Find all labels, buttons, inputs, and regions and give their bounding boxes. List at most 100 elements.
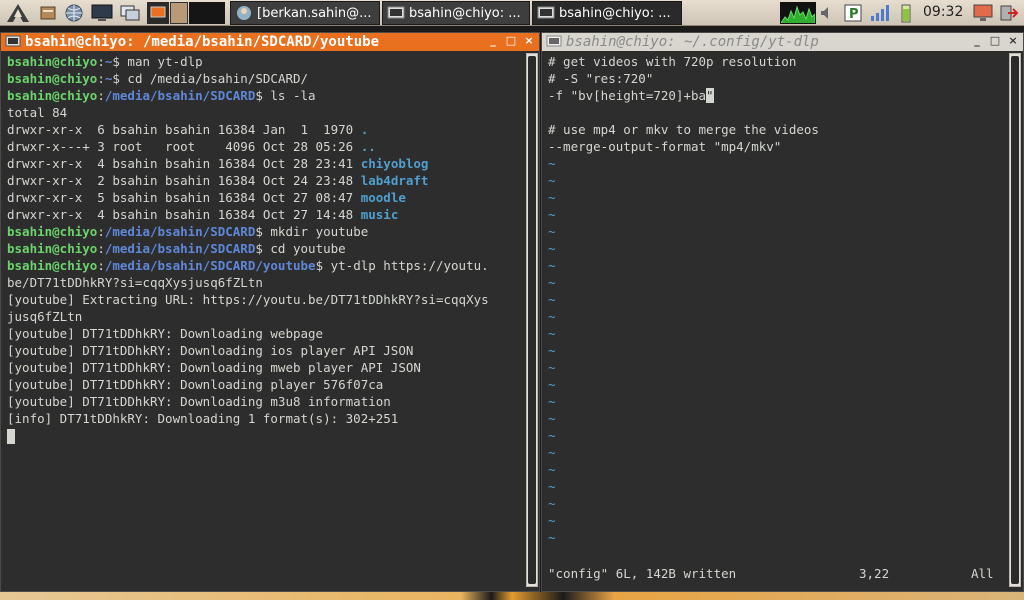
vim-empty-line-marker: ~: [548, 513, 556, 528]
window-switcher-icon[interactable]: [118, 2, 142, 24]
vim-buffer[interactable]: # get videos with 720p resolution # -S "r…: [548, 53, 819, 546]
cpu-graph-icon[interactable]: [780, 2, 816, 24]
terminal-window-right[interactable]: bsahin@chiyo: ~/.config/yt-dlp _ □ × # g…: [541, 32, 1024, 592]
terminal-window-left[interactable]: bsahin@chiyo: /media/bsahin/SDCARD/youtu…: [0, 32, 540, 592]
terminal-launcher-icon[interactable]: [90, 2, 114, 24]
terminal-line: drwxr-xr-x 6 bsahin bsahin 16384 Jan 1 1…: [7, 121, 489, 138]
taskbar-item-browser[interactable]: [berkan.sahin@...: [230, 1, 380, 25]
svg-text:P: P: [849, 7, 859, 22]
close-button[interactable]: ×: [1007, 34, 1019, 47]
scrollbar[interactable]: [526, 53, 538, 587]
terminal-line: [youtube] DT71tDDhkRY: Downloading mweb …: [7, 359, 489, 376]
vim-empty-line-marker: ~: [548, 292, 556, 307]
scrollbar-thumb[interactable]: [1011, 56, 1019, 584]
terminal-icon: [537, 6, 555, 19]
vim-empty-line-marker: ~: [548, 445, 556, 460]
terminal-line: total 84: [7, 104, 489, 121]
vim-line: [548, 104, 819, 121]
display-settings-icon[interactable]: [972, 2, 994, 24]
terminal-line: bsahin@chiyo:/media/bsahin/SDCARD$ mkdir…: [7, 223, 489, 240]
directory-name: .: [360, 122, 369, 137]
taskbar-item-label: [berkan.sahin@...: [257, 5, 372, 21]
output-text: drwxr-xr-x 6 bsahin bsahin 16384 Jan 1 1…: [7, 122, 361, 137]
vim-empty-line-marker: ~: [548, 241, 556, 256]
vim-line: --merge-output-format "mp4/mkv": [548, 139, 782, 154]
status-message: "config" 6L, 142B written: [548, 566, 737, 581]
directory-name: music: [360, 207, 399, 222]
terminal-line: [youtube] Extracting URL: https://youtu.…: [7, 291, 489, 308]
vim-empty-line-marker: ~: [548, 156, 556, 171]
vim-cursor: ": [706, 88, 714, 103]
prompt-user: bsahin@chiyo: [7, 258, 98, 273]
prompt-separator: :: [97, 258, 105, 273]
prompt-path: /media/bsahin/SDCARD/youtube: [104, 258, 316, 273]
workspace-2[interactable]: [170, 2, 188, 24]
minimize-button[interactable]: _: [971, 34, 983, 47]
output-text: [youtube] DT71tDDhkRY: Downloading webpa…: [7, 326, 324, 341]
vim-empty-line-marker: ~: [548, 326, 556, 341]
arch-menu-icon[interactable]: [4, 2, 32, 24]
terminal-line: [youtube] DT71tDDhkRY: Downloading m3u8 …: [7, 393, 489, 410]
maximize-button[interactable]: □: [505, 34, 517, 47]
terminal-icon: [387, 6, 405, 19]
workspace-1[interactable]: [147, 2, 169, 24]
workspace-3[interactable]: [189, 2, 225, 24]
maximize-button[interactable]: □: [989, 34, 1001, 47]
volume-icon[interactable]: [818, 2, 836, 24]
output-text: drwxr-x---+ 3 root root 4096 Oct 28 05:2…: [7, 139, 361, 154]
prompt-user: bsahin@chiyo: [7, 241, 98, 256]
terminal-line: bsahin@chiyo:/media/bsahin/SDCARD$ cd yo…: [7, 240, 489, 257]
vim-empty-line-marker: ~: [548, 343, 556, 358]
terminal-icon: [546, 35, 562, 47]
minimize-button[interactable]: _: [487, 34, 499, 47]
prompt-path: /media/bsahin/SDCARD: [104, 224, 256, 239]
desktop-wallpaper: [0, 592, 1024, 600]
command-text: $ ls -la: [255, 88, 316, 103]
cursor-position: 3,22: [859, 566, 890, 581]
vim-empty-line-marker: ~: [548, 377, 556, 392]
vim-empty-line-marker: ~: [548, 496, 556, 511]
terminal-line: bsahin@chiyo:/media/bsahin/SDCARD$ ls -l…: [7, 87, 489, 104]
vim-empty-line-marker: ~: [548, 309, 556, 324]
clock[interactable]: 09:32: [923, 4, 963, 20]
vim-empty-line-marker: ~: [548, 173, 556, 188]
scrollbar[interactable]: [1009, 53, 1021, 587]
prompt-separator: :: [97, 71, 105, 86]
battery-icon[interactable]: [899, 2, 913, 24]
terminal-line: [info] DT71tDDhkRY: Downloading 1 format…: [7, 410, 489, 427]
terminal-line: drwxr-xr-x 4 bsahin bsahin 16384 Oct 28 …: [7, 155, 489, 172]
terminal-line: bsahin@chiyo:/media/bsahin/SDCARD/youtub…: [7, 257, 489, 274]
prompt-separator: :: [97, 224, 105, 239]
terminal-line: bsahin@chiyo:~$ man yt-dlp: [7, 53, 489, 70]
prompt-separator: :: [97, 241, 105, 256]
scrollbar-thumb[interactable]: [528, 56, 536, 584]
web-browser-icon[interactable]: [62, 2, 86, 24]
prompt-user: bsahin@chiyo: [7, 88, 98, 103]
terminal-line: drwxr-x---+ 3 root root 4096 Oct 28 05:2…: [7, 138, 489, 155]
command-text: $ man yt-dlp: [112, 54, 203, 69]
file-manager-icon[interactable]: [38, 2, 58, 24]
command-text: $ mkdir youtube: [255, 224, 369, 239]
prompt-user: bsahin@chiyo: [7, 71, 98, 86]
taskbar-item-label: bsahin@chiyo: ...: [559, 5, 671, 21]
output-text: [youtube] DT71tDDhkRY: Downloading playe…: [7, 377, 384, 392]
terminal-output[interactable]: bsahin@chiyo:~$ man yt-dlp bsahin@chiyo:~…: [7, 53, 489, 444]
vim-empty-line-marker: ~: [548, 190, 556, 205]
directory-name: lab4draft: [360, 173, 429, 188]
window-titlebar[interactable]: bsahin@chiyo: /media/bsahin/SDCARD/youtu…: [1, 33, 539, 51]
taskbar-item-terminal-1[interactable]: bsahin@chiyo: ...: [382, 1, 530, 25]
network-signal-icon[interactable]: [869, 2, 891, 24]
output-text: [info] DT71tDDhkRY: Downloading 1 format…: [7, 411, 399, 426]
vim-empty-line-marker: ~: [548, 394, 556, 409]
window-titlebar[interactable]: bsahin@chiyo: ~/.config/yt-dlp _ □ ×: [542, 33, 1023, 51]
terminal-line: bsahin@chiyo:~$ cd /media/bsahin/SDCARD/: [7, 70, 489, 87]
terminal-line: be/DT71tDDhkRY?si=cqqXysjusq6fZLtn: [7, 274, 489, 291]
close-button[interactable]: ×: [523, 34, 535, 47]
taskbar-item-terminal-2[interactable]: bsahin@chiyo: ...: [532, 1, 682, 25]
output-text: drwxr-xr-x 5 bsahin bsahin 16384 Oct 27 …: [7, 190, 361, 205]
command-text: $ yt-dlp https://youtu.: [315, 258, 489, 273]
logout-icon[interactable]: [998, 2, 1020, 24]
prompt-user: bsahin@chiyo: [7, 224, 98, 239]
power-profile-icon[interactable]: P: [843, 2, 863, 24]
terminal-line: jusq6fZLtn: [7, 308, 489, 325]
